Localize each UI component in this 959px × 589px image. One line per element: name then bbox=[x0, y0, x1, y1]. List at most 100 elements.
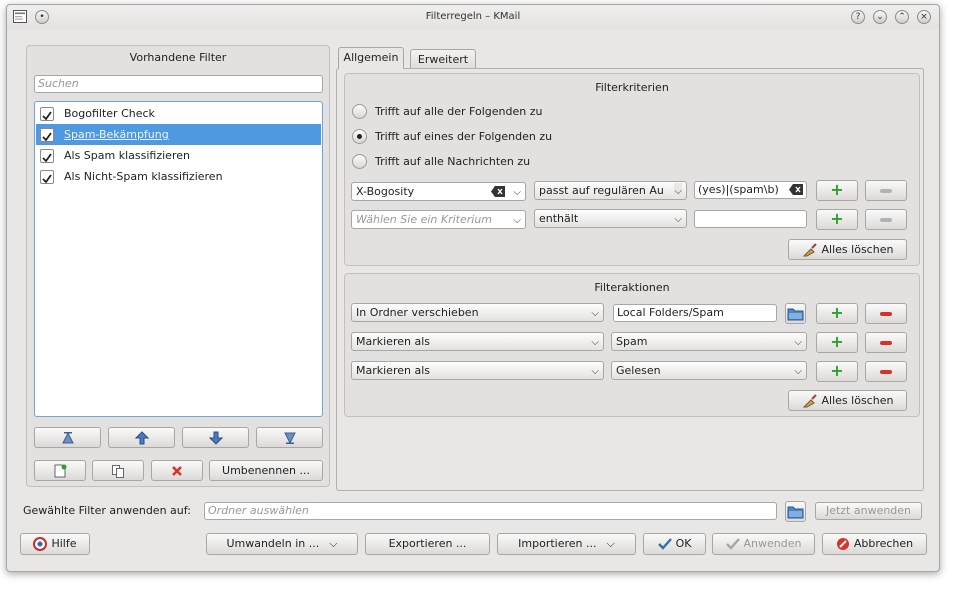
remove-action-button[interactable] bbox=[865, 332, 907, 353]
filter-search-input[interactable]: Suchen bbox=[34, 75, 323, 93]
match-all-messages-radio[interactable] bbox=[352, 154, 367, 169]
chevron-down-icon: ⌵ bbox=[794, 366, 802, 377]
plus-icon: + bbox=[830, 209, 844, 228]
match-all-radio[interactable] bbox=[352, 104, 367, 119]
convert-button[interactable]: Umwandeln in ... ⌵ bbox=[206, 533, 358, 555]
new-filter-button[interactable] bbox=[34, 460, 86, 481]
chevron-down-icon: ⌵ bbox=[511, 212, 521, 228]
add-action-button[interactable]: + bbox=[816, 332, 858, 353]
tab-advanced[interactable]: Erweitert bbox=[410, 49, 476, 69]
criteria-value-input[interactable] bbox=[694, 210, 807, 228]
criteria-field-value: X-Bogosity bbox=[356, 185, 415, 198]
delete-filter-button[interactable] bbox=[151, 460, 203, 481]
match-any-radio[interactable] bbox=[352, 129, 367, 144]
target-folder-value: Local Folders/Spam bbox=[617, 306, 724, 319]
cancel-label: Abbrechen bbox=[853, 537, 914, 550]
action-value-combo[interactable]: Gelesen ⌵ bbox=[611, 361, 807, 380]
clear-criteria-label: Alles löschen bbox=[821, 243, 894, 256]
criteria-operator-combo[interactable]: passt auf regulären Au ⌵ bbox=[534, 181, 687, 200]
filter-list[interactable]: Bogofilter Check Spam-Bekämpfung Als Spa… bbox=[34, 101, 323, 417]
chevron-down-icon: ⌵ bbox=[591, 308, 599, 319]
chevron-down-icon: ⌵ bbox=[674, 183, 682, 199]
criteria-field-combo[interactable]: Wählen Sie ein Kriterium ⌵ bbox=[351, 210, 526, 229]
plus-icon: + bbox=[830, 303, 844, 322]
title-bar[interactable]: • Filterregeln – KMail ? ⌄ ⌃ × bbox=[7, 5, 939, 29]
remove-action-button[interactable] bbox=[865, 361, 907, 382]
clear-text-icon[interactable] bbox=[789, 184, 803, 195]
existing-filters-title: Vorhandene Filter bbox=[129, 51, 227, 64]
rename-filter-button[interactable]: Umbenennen ... bbox=[209, 460, 323, 481]
chevron-down-icon: ⌵ bbox=[513, 187, 521, 198]
broom-icon bbox=[802, 243, 817, 257]
plus-icon: + bbox=[830, 361, 844, 380]
filter-list-item[interactable]: Bogofilter Check bbox=[36, 103, 321, 124]
clear-text-icon[interactable] bbox=[491, 186, 505, 197]
action-type-combo[interactable]: Markieren als ⌵ bbox=[351, 361, 604, 380]
apply-now-button[interactable]: Jetzt anwenden bbox=[815, 502, 922, 520]
action-type-value: In Ordner verschieben bbox=[356, 306, 479, 319]
apply-button[interactable]: Anwenden bbox=[712, 533, 815, 555]
apply-label: Anwenden bbox=[743, 537, 802, 550]
minimize-icon[interactable]: ⌄ bbox=[873, 10, 887, 24]
add-action-button[interactable]: + bbox=[816, 361, 858, 382]
filter-enabled-checkbox[interactable] bbox=[40, 149, 54, 163]
close-icon[interactable]: × bbox=[917, 10, 931, 24]
clear-actions-button[interactable]: Alles löschen bbox=[788, 390, 907, 411]
convert-label: Umwandeln in ... bbox=[226, 537, 320, 550]
chevron-down-icon: ⌵ bbox=[591, 366, 599, 377]
action-value-combo[interactable]: Spam ⌵ bbox=[611, 332, 807, 351]
apply-filters-label: Gewählte Filter anwenden auf: bbox=[23, 504, 191, 517]
remove-criteria-button[interactable] bbox=[865, 209, 907, 230]
target-folder-input[interactable]: Local Folders/Spam bbox=[613, 304, 777, 322]
help-button[interactable]: Hilfe bbox=[20, 533, 90, 555]
select-folder-button[interactable] bbox=[785, 303, 806, 324]
maximize-icon[interactable]: ⌃ bbox=[895, 10, 909, 24]
action-type-combo[interactable]: In Ordner verschieben ⌵ bbox=[351, 303, 604, 322]
criteria-value-input[interactable]: (yes)|(spam\b) bbox=[694, 181, 807, 199]
filter-enabled-checkbox[interactable] bbox=[40, 128, 54, 142]
filter-name: Spam-Bekämpfung bbox=[64, 128, 169, 141]
filter-name: Als Spam klassifizieren bbox=[64, 149, 190, 162]
move-bottom-icon bbox=[283, 432, 296, 445]
folder-icon bbox=[787, 506, 804, 519]
add-criteria-button[interactable]: + bbox=[816, 180, 858, 201]
minus-icon bbox=[880, 341, 892, 345]
minus-icon bbox=[880, 370, 892, 374]
filter-list-item[interactable]: Spam-Bekämpfung bbox=[36, 124, 321, 145]
remove-action-button[interactable] bbox=[865, 303, 907, 324]
import-button[interactable]: Importieren ... ⌵ bbox=[497, 533, 636, 555]
filter-actions-title: Filteraktionen bbox=[594, 281, 670, 294]
tab-general[interactable]: Allgemein bbox=[338, 47, 404, 69]
filter-name: Bogofilter Check bbox=[64, 107, 155, 120]
action-type-combo[interactable]: Markieren als ⌵ bbox=[351, 332, 604, 351]
copy-filter-button[interactable] bbox=[92, 460, 144, 481]
match-all-label: Trifft auf alle der Folgenden zu bbox=[375, 105, 543, 118]
filter-criteria-title: Filterkriterien bbox=[595, 81, 669, 94]
criteria-operator-combo[interactable]: enthält ⌵ bbox=[534, 209, 687, 228]
filter-enabled-checkbox[interactable] bbox=[40, 107, 54, 121]
apply-select-folder-button[interactable] bbox=[785, 501, 806, 522]
checkmark-icon bbox=[657, 538, 672, 550]
remove-criteria-button[interactable] bbox=[865, 180, 907, 201]
move-top-button[interactable] bbox=[34, 427, 101, 448]
checkmark-icon bbox=[42, 174, 52, 184]
apply-folder-input[interactable]: Ordner auswählen bbox=[204, 502, 777, 520]
arrow-down-icon bbox=[208, 431, 223, 445]
match-any-label: Trifft auf eines der Folgenden zu bbox=[375, 130, 553, 143]
clear-criteria-button[interactable]: Alles löschen bbox=[788, 239, 907, 260]
criteria-field-combo[interactable]: X-Bogosity ⌵ bbox=[351, 182, 526, 201]
ok-button[interactable]: OK bbox=[643, 533, 706, 555]
add-action-button[interactable]: + bbox=[816, 303, 858, 324]
export-button[interactable]: Exportieren ... bbox=[365, 533, 490, 555]
add-criteria-button[interactable]: + bbox=[816, 209, 858, 230]
move-down-button[interactable] bbox=[182, 427, 249, 448]
move-up-button[interactable] bbox=[108, 427, 175, 448]
cancel-button[interactable]: Abbrechen bbox=[822, 533, 927, 555]
filter-list-item[interactable]: Als Spam klassifizieren bbox=[36, 145, 321, 166]
filter-enabled-checkbox[interactable] bbox=[40, 170, 54, 184]
chevron-down-icon: ⌵ bbox=[329, 537, 338, 550]
move-bottom-button[interactable] bbox=[256, 427, 323, 448]
help-icon[interactable]: ? bbox=[851, 10, 865, 24]
filter-list-item[interactable]: Als Nicht-Spam klassifizieren bbox=[36, 166, 321, 187]
copy-icon bbox=[112, 465, 124, 478]
